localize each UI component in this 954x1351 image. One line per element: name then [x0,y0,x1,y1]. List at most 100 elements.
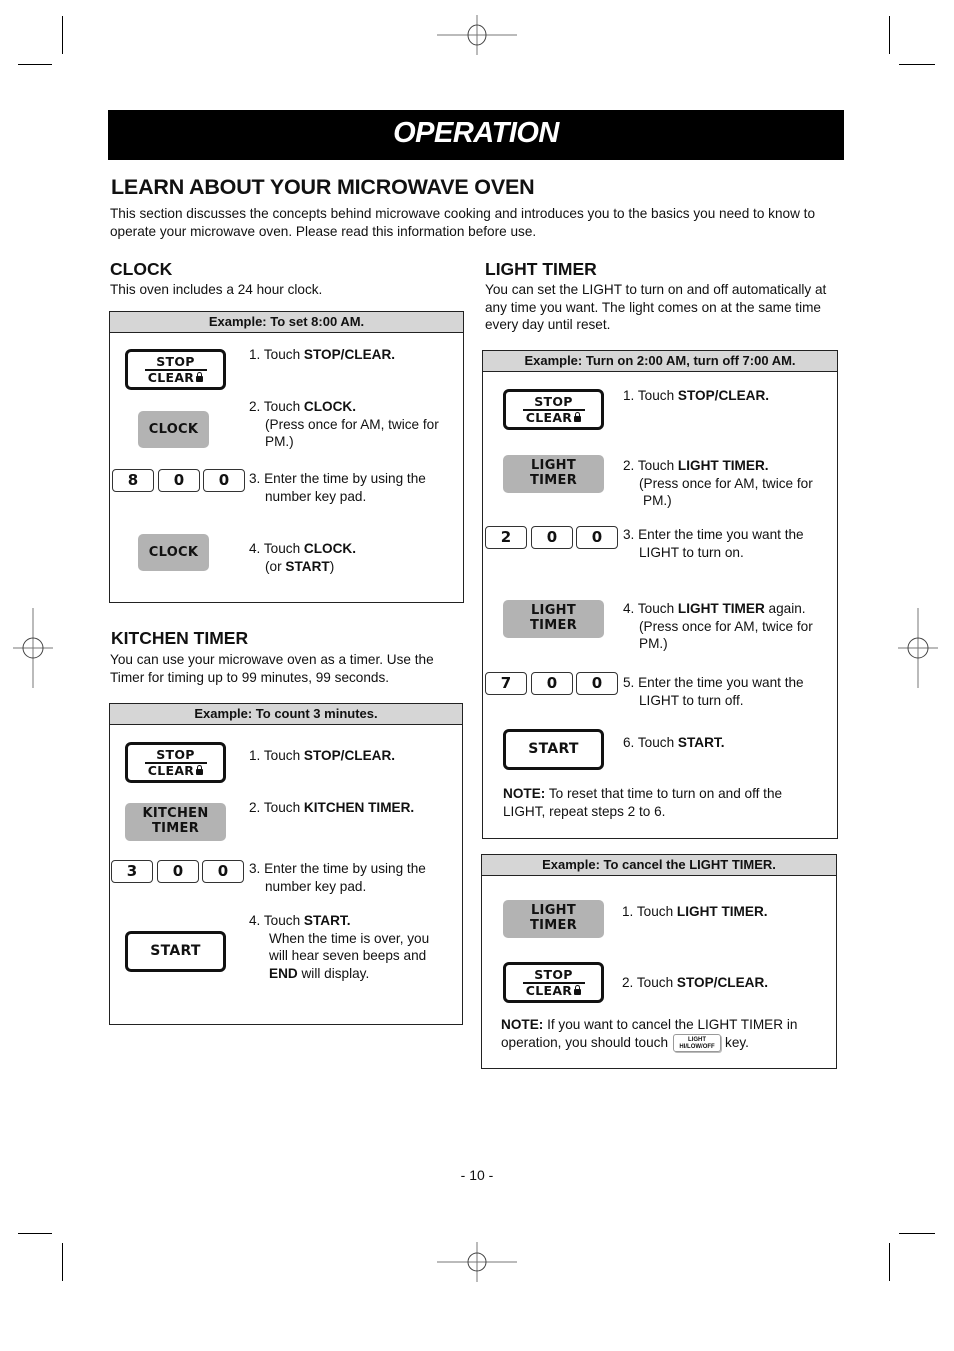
light-timer-key: LIGHT TIMER [503,900,604,938]
step-key-name: KITCHEN TIMER. [303,800,415,815]
clock-key: CLOCK [138,411,209,448]
clock-step-3: 3. Enter the time by using the number ke… [249,470,426,505]
step-note: number key pad. [265,488,367,504]
cancel-light-timer-example-title: Example: To cancel the LIGHT TIMER. [482,855,836,876]
step-note: LIGHT to turn off. [639,692,744,708]
number-key: 8 [112,469,154,492]
light-step-3: 3. Enter the time you want the LIGHT to … [623,526,804,561]
clear-label: CLEAR [525,983,573,998]
number-key: 0 [203,469,245,492]
note-text: If you want to cancel the LIGHT TIMER in… [501,1017,798,1050]
step-note: PM.) [639,636,668,651]
lock-icon [574,412,582,422]
start-key: START [503,729,604,770]
step-key-name: START. [303,913,351,928]
page-number: - 10 - [460,1167,494,1183]
number-key: 0 [202,860,244,883]
crop-mark [899,1233,935,1234]
key-label: LIGHT [530,903,577,918]
note-label: NOTE: [503,786,546,801]
clock-step-2: 2. Touch CLOCK. (Press once for AM, twic… [249,398,459,451]
number-key: 0 [576,526,618,549]
number-key: 3 [111,860,153,883]
crop-mark [18,1233,52,1234]
light-timer-description: You can set the LIGHT to turn on and off… [485,282,827,332]
stop-clear-key: STOP CLEAR [125,742,226,783]
clear-label: CLEAR [147,763,195,778]
step-note: When the time is over, you [269,930,430,946]
registration-mark-top [437,15,517,55]
step-note: (Press once for AM, twice for [639,618,813,634]
step-text: 4. Touch [249,913,304,928]
stop-clear-key: STOP CLEAR [125,349,226,390]
lock-icon [196,372,204,382]
step-text: again. [764,601,806,616]
light-step-4: 4. Touch LIGHT TIMER again. (Press once … [623,600,813,653]
step-note: number key pad. [265,878,367,894]
step-key-name: CLOCK. [303,399,357,414]
cancel-step-2: 2. Touch STOP/CLEAR. [622,974,768,992]
step-note: (Press once for AM, twice for PM.) [265,416,439,450]
registration-mark-bottom [437,1242,517,1282]
step-key-name: LIGHT TIMER. [677,458,769,473]
step-note: (or [265,558,286,574]
light-timer-example-title: Example: Turn on 2:00 AM, turn off 7:00 … [483,351,837,372]
light-hi-low-off-key-icon: LIGHT HI/LOW/OFF [673,1033,722,1052]
step-text: 2. Touch [249,800,304,815]
kitchen-timer-heading: KITCHEN TIMER [111,628,249,648]
step-text: 4. Touch [249,541,304,556]
key-label: TIMER [529,472,578,488]
clock-step-1: 1. Touch STOP/CLEAR. [249,346,395,364]
stop-label: STOP [522,968,585,984]
number-key: 0 [531,526,573,549]
note-label: NOTE: [501,1017,544,1032]
step-key-name: STOP/CLEAR. [677,388,770,403]
start-key: START [125,931,226,972]
key-label: LIGHT [530,458,577,473]
light-timer-key: LIGHT TIMER [503,455,604,493]
key-label: TIMER [151,820,200,836]
step-key-name: START. [677,735,725,750]
lock-icon [196,765,204,775]
crop-mark [899,64,935,65]
kitchen-step-3: 3. Enter the time by using the number ke… [249,860,426,895]
number-key: 0 [157,860,199,883]
step-text: 2. Touch [622,975,677,990]
note-text: To reset that time to turn on and off th… [503,786,783,819]
light-timer-key: LIGHT TIMER [503,600,604,638]
kitchen-timer-description: You can use your microwave oven as a tim… [110,652,434,685]
registration-mark-right [898,608,938,688]
stop-label: STOP [522,395,585,411]
step-note: (Press once for AM, twice for [639,475,813,491]
step-key-name: CLOCK. [303,541,357,556]
clock-heading: CLOCK [110,259,173,279]
clock-example-title: Example: To set 8:00 AM. [110,312,463,333]
number-key: 2 [485,526,527,549]
step-note: will display. [297,965,370,981]
light-timer-heading: LIGHT TIMER [485,259,597,279]
kitchen-timer-key: KITCHEN TIMER [125,803,226,841]
step-text: 2. Touch [623,458,678,473]
number-key: 0 [576,672,618,695]
step-key-name: LIGHT TIMER [677,601,765,616]
step-note: ) [329,558,335,574]
cancel-step-1: 1. Touch LIGHT TIMER. [622,903,768,921]
key-label: LIGHT [530,603,577,618]
kitchen-step-4: 4. Touch START. When the time is over, y… [249,912,429,982]
step-key-name: STOP/CLEAR. [303,347,396,362]
section-banner: OPERATION [108,110,844,160]
step-text: 1. Touch [249,347,304,362]
light-step-5: 5. Enter the time you want the LIGHT to … [623,674,804,709]
step-text: 3. Enter the time you want the [623,527,804,542]
light-step-2: 2. Touch LIGHT TIMER. (Press once for AM… [623,457,813,510]
crop-mark [889,16,890,54]
crop-mark [62,1243,63,1281]
stop-label: STOP [144,748,207,764]
stop-label: STOP [144,355,207,371]
step-text: 1. Touch [623,388,678,403]
crop-mark [889,1243,890,1281]
step-text: 3. Enter the time by using the [249,861,426,876]
page-title: LEARN ABOUT YOUR MICROWAVE OVEN [111,175,535,199]
step-text: 5. Enter the time you want the [623,675,804,690]
step-text: 1. Touch [622,904,677,919]
